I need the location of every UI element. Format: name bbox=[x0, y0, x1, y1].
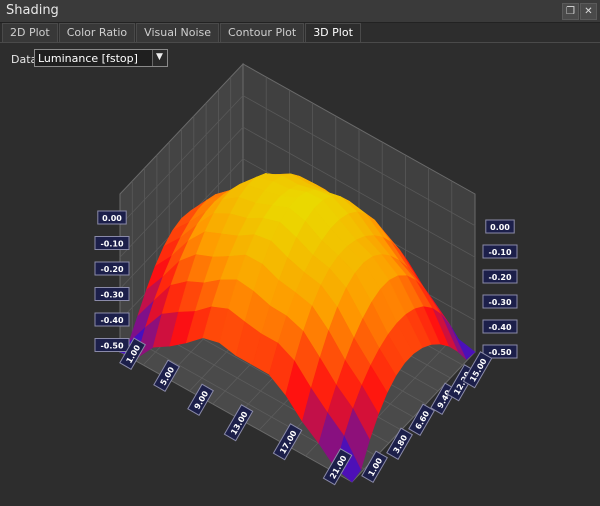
z-tick-left: -0.10 bbox=[94, 236, 130, 250]
z-tick-right: 0.00 bbox=[485, 219, 515, 234]
tick-text: -0.40 bbox=[100, 316, 123, 325]
z-tick-left: -0.20 bbox=[94, 261, 130, 276]
tick-text: 0.00 bbox=[490, 223, 510, 232]
z-tick-left: 0.00 bbox=[97, 210, 127, 225]
z-tick-left: -0.30 bbox=[94, 287, 130, 301]
z-tick-right: -0.10 bbox=[482, 244, 518, 259]
z-tick-left: -0.50 bbox=[94, 338, 130, 352]
tick-text: -0.50 bbox=[488, 348, 511, 357]
tick-text: -0.10 bbox=[488, 248, 511, 257]
tick-text: -0.20 bbox=[488, 273, 511, 282]
tick-text: -0.30 bbox=[488, 298, 511, 307]
z-tick-right: -0.40 bbox=[482, 319, 518, 334]
z-tick-left: -0.40 bbox=[94, 312, 130, 327]
z-tick-right: -0.30 bbox=[482, 294, 518, 309]
tick-text: -0.20 bbox=[100, 265, 123, 274]
z-tick-right: -0.20 bbox=[482, 269, 518, 284]
tick-text: -0.10 bbox=[100, 240, 123, 249]
tick-text: -0.50 bbox=[100, 342, 123, 351]
tick-text: 0.00 bbox=[102, 214, 122, 223]
tick-text: -0.40 bbox=[488, 323, 511, 332]
tick-text: -0.30 bbox=[100, 291, 123, 300]
surface-plot-3d[interactable]: 0.00 -0.10 -0.20 -0.30 -0.40 -0.50 0.00 -0.10 -0… bbox=[0, 0, 600, 506]
